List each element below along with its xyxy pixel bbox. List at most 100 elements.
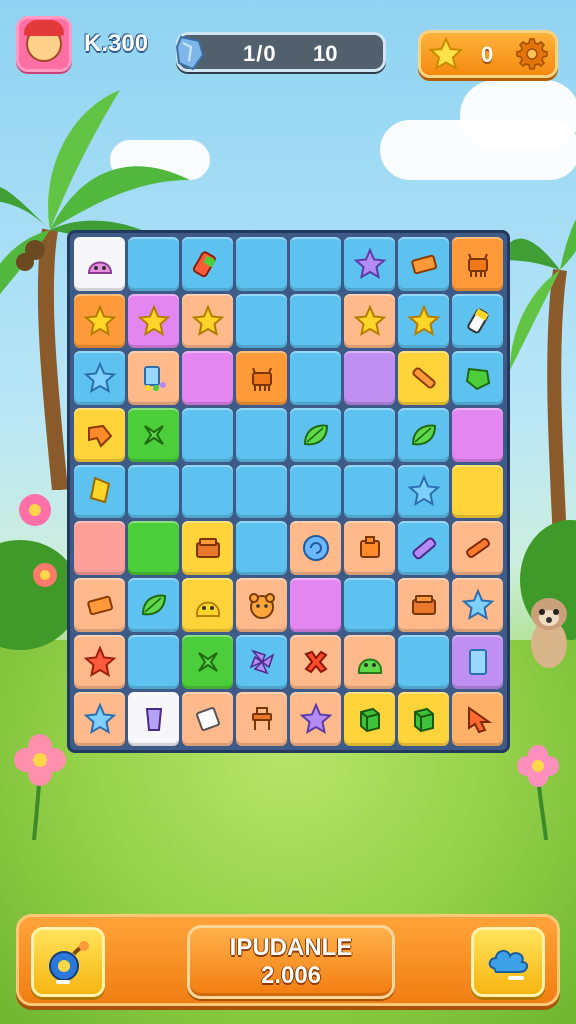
board-tile[interactable] — [290, 350, 341, 405]
board-tile[interactable] — [452, 293, 503, 348]
cloud-booster-button[interactable] — [471, 927, 545, 997]
booster-info-panel[interactable]: IPUDANLE 2.006 — [187, 925, 395, 999]
gem-yellow-icon — [89, 477, 110, 504]
board-tile[interactable] — [398, 293, 449, 348]
board-tile[interactable] — [398, 407, 449, 462]
board-tile[interactable] — [290, 237, 341, 291]
board-tile[interactable] — [452, 692, 503, 746]
board-tile[interactable] — [74, 237, 125, 291]
board-tile[interactable] — [74, 293, 125, 348]
board-tile[interactable] — [128, 350, 179, 405]
board-tile[interactable] — [236, 521, 287, 576]
moves-target: 10 — [313, 41, 338, 66]
board-tile[interactable] — [398, 635, 449, 690]
slime-green-icon — [357, 658, 382, 675]
star-lilac-icon — [353, 247, 386, 279]
paper-icon — [195, 707, 220, 732]
board-tile[interactable] — [128, 578, 179, 633]
block-icon — [359, 536, 380, 559]
board-tile[interactable] — [182, 578, 233, 633]
leaf-icon — [141, 594, 166, 616]
board-tile[interactable] — [398, 521, 449, 576]
creature-icon — [251, 367, 272, 391]
board-tile[interactable] — [290, 635, 341, 690]
board-tile[interactable] — [182, 350, 233, 405]
board-tile[interactable] — [344, 578, 395, 633]
board-tile[interactable] — [182, 635, 233, 690]
board-tile[interactable] — [182, 407, 233, 462]
board-tile[interactable] — [236, 578, 287, 633]
star-icon — [353, 304, 386, 336]
board-tile[interactable] — [182, 237, 233, 291]
board-tile[interactable] — [452, 350, 503, 405]
board-tile[interactable] — [182, 521, 233, 576]
board-tile[interactable] — [398, 578, 449, 633]
board-tile[interactable] — [452, 521, 503, 576]
board-tile[interactable] — [290, 407, 341, 462]
board-tile[interactable] — [344, 407, 395, 462]
board-tile[interactable] — [182, 293, 233, 348]
board-tile[interactable] — [74, 407, 125, 462]
player-avatar[interactable] — [16, 16, 72, 72]
board-tile[interactable] — [182, 692, 233, 746]
board-tile[interactable] — [236, 293, 287, 348]
board-tile[interactable] — [128, 692, 179, 746]
board-tile[interactable] — [182, 464, 233, 519]
star-blue-icon — [83, 702, 116, 735]
board-tile[interactable] — [398, 237, 449, 291]
gear-icon[interactable] — [515, 37, 549, 71]
board-tile[interactable] — [344, 350, 395, 405]
board-tile[interactable] — [344, 521, 395, 576]
board-tile[interactable] — [398, 350, 449, 405]
star-icon — [191, 304, 224, 336]
board-tile[interactable] — [290, 464, 341, 519]
bar-icon — [86, 596, 113, 616]
board-tile[interactable] — [236, 237, 287, 291]
board-tile[interactable] — [344, 692, 395, 746]
board-tile[interactable] — [128, 635, 179, 690]
board-tile[interactable] — [236, 350, 287, 405]
board-tile[interactable] — [74, 578, 125, 633]
board-tile[interactable] — [74, 692, 125, 746]
board-tile[interactable] — [344, 464, 395, 519]
board-tile[interactable] — [344, 237, 395, 291]
board-tile[interactable] — [74, 464, 125, 519]
moves-current: 1/0 — [243, 41, 277, 66]
star-icon — [137, 304, 170, 336]
board-tile[interactable] — [452, 407, 503, 462]
bear-icon — [248, 593, 275, 620]
star-blue-icon — [461, 588, 494, 621]
cloud — [460, 80, 576, 150]
board-tile[interactable] — [452, 464, 503, 519]
gem-green-icon — [465, 367, 490, 390]
stars-count: 0 — [481, 42, 494, 67]
board-tile[interactable] — [236, 407, 287, 462]
board-tile[interactable] — [398, 464, 449, 519]
board-tile[interactable] — [128, 464, 179, 519]
board-tile[interactable] — [452, 578, 503, 633]
board-tile[interactable] — [452, 635, 503, 690]
board-tile[interactable] — [344, 293, 395, 348]
board-tile[interactable] — [290, 521, 341, 576]
star-icon — [407, 304, 440, 336]
board-tile[interactable] — [128, 521, 179, 576]
moves-counter: 1/0 10 — [175, 32, 386, 72]
board-tile[interactable] — [128, 407, 179, 462]
board-tile[interactable] — [128, 237, 179, 291]
board-tile[interactable] — [236, 635, 287, 690]
board-tile[interactable] — [398, 692, 449, 746]
board-tile[interactable] — [74, 635, 125, 690]
bomb-booster-button[interactable] — [31, 927, 105, 997]
board-tile[interactable] — [290, 293, 341, 348]
board-tile[interactable] — [452, 237, 503, 291]
board-tile[interactable] — [74, 521, 125, 576]
top-hud: K.300 1/0 10 0 — [0, 12, 576, 78]
game-board — [67, 230, 510, 753]
board-tile[interactable] — [236, 692, 287, 746]
board-tile[interactable] — [128, 293, 179, 348]
board-tile[interactable] — [290, 578, 341, 633]
board-tile[interactable] — [236, 464, 287, 519]
board-tile[interactable] — [74, 350, 125, 405]
board-tile[interactable] — [290, 692, 341, 746]
board-tile[interactable] — [344, 635, 395, 690]
